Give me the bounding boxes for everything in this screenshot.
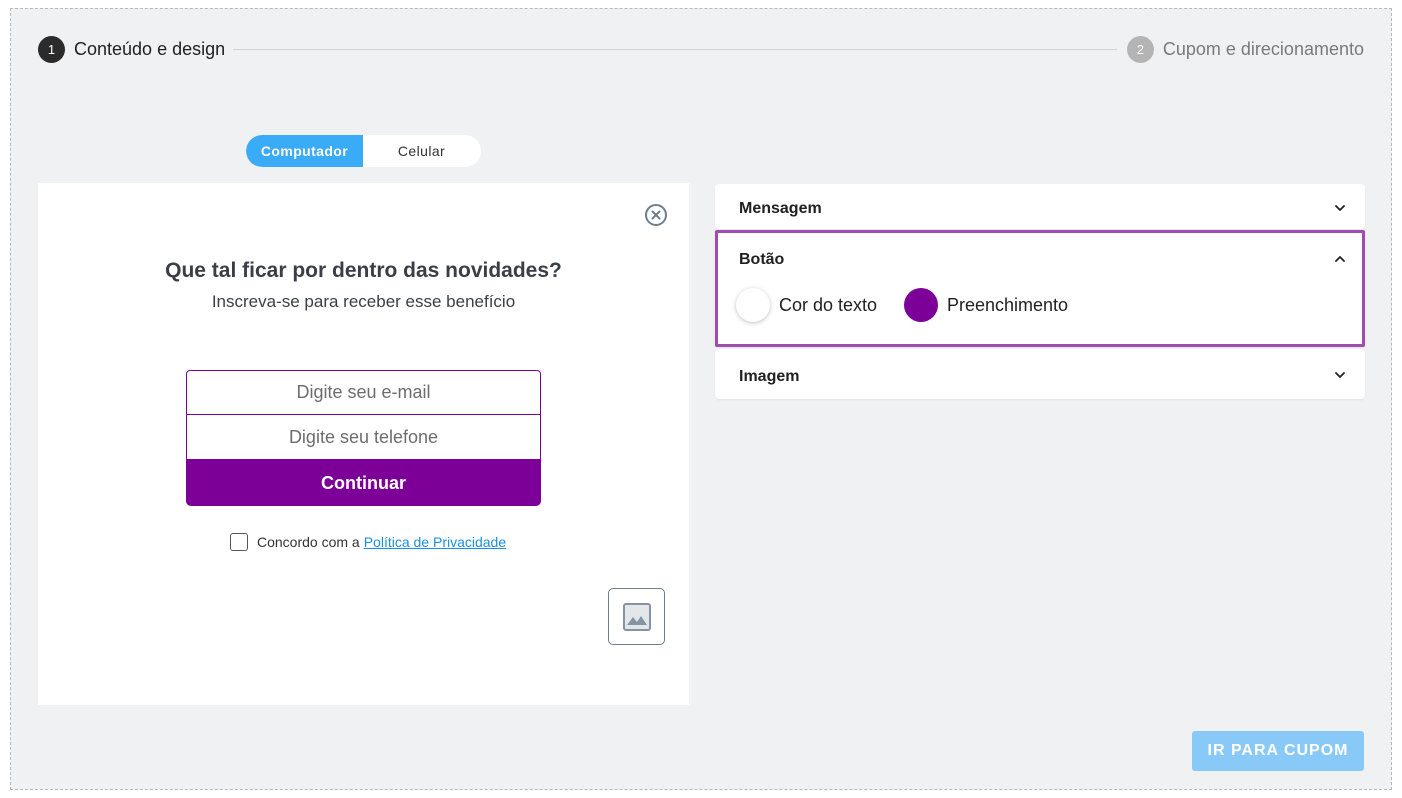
- fill-color-label: Preenchimento: [947, 294, 1069, 315]
- editor-frame: 1 Conteúdo e design 2 Cupom e direcionam…: [10, 8, 1392, 790]
- popup-preview: Que tal ficar por dentro das novidades? …: [38, 183, 689, 705]
- accordion-button-title: Botão: [739, 251, 785, 268]
- text-color-swatch[interactable]: [736, 288, 770, 322]
- accordion-message-title: Mensagem: [739, 200, 822, 217]
- text-color-label: Cor do texto: [779, 294, 878, 315]
- go-to-coupon-button[interactable]: IR PARA CUPOM: [1192, 731, 1364, 771]
- privacy-consent: Concordo com a Política de Privacidade: [230, 533, 506, 551]
- continue-button[interactable]: Continuar: [186, 460, 541, 506]
- chevron-up-icon: [1335, 256, 1345, 262]
- popup-subtitle[interactable]: Inscreva-se para receber esse benefício: [38, 292, 689, 312]
- consent-text: Concordo com a: [257, 534, 360, 550]
- stepper-connector: [233, 49, 1117, 50]
- accordion-image[interactable]: Imagem: [715, 349, 1365, 399]
- step-1-number: 1: [38, 36, 65, 63]
- chevron-down-icon: [1335, 372, 1345, 378]
- toggle-mobile[interactable]: Celular: [363, 135, 480, 167]
- text-color-option[interactable]: Cor do texto: [736, 288, 877, 322]
- device-toggle: Computador Celular: [246, 135, 481, 167]
- accordion-button[interactable]: Botão Cor do texto Preenchimento: [715, 230, 1365, 347]
- accordion-message[interactable]: Mensagem: [715, 184, 1365, 229]
- popup-form: Digite seu e-mail Digite seu telefone Co…: [186, 370, 541, 506]
- consent-checkbox[interactable]: [230, 533, 248, 551]
- step-2-number: 2: [1126, 36, 1154, 63]
- add-image-button[interactable]: [608, 588, 665, 645]
- toggle-desktop[interactable]: Computador: [246, 135, 363, 167]
- fill-color-option[interactable]: Preenchimento: [904, 288, 1068, 322]
- popup-title[interactable]: Que tal ficar por dentro das novidades?: [38, 259, 689, 283]
- step-2-label: Cupom e direcionamento: [1162, 39, 1364, 59]
- step-content-design[interactable]: 1 Conteúdo e design: [38, 36, 225, 63]
- close-icon[interactable]: [644, 203, 668, 227]
- privacy-policy-link[interactable]: Política de Privacidade: [364, 534, 506, 550]
- step-coupon-redirect[interactable]: 2 Cupom e direcionamento: [1126, 36, 1364, 63]
- phone-field[interactable]: Digite seu telefone: [186, 415, 541, 460]
- email-field[interactable]: Digite seu e-mail: [186, 370, 541, 415]
- fill-color-swatch[interactable]: [904, 288, 938, 322]
- accordion-image-title: Imagem: [739, 368, 800, 385]
- step-1-label: Conteúdo e design: [74, 39, 226, 59]
- image-icon: [622, 602, 651, 631]
- chevron-down-icon: [1335, 205, 1345, 211]
